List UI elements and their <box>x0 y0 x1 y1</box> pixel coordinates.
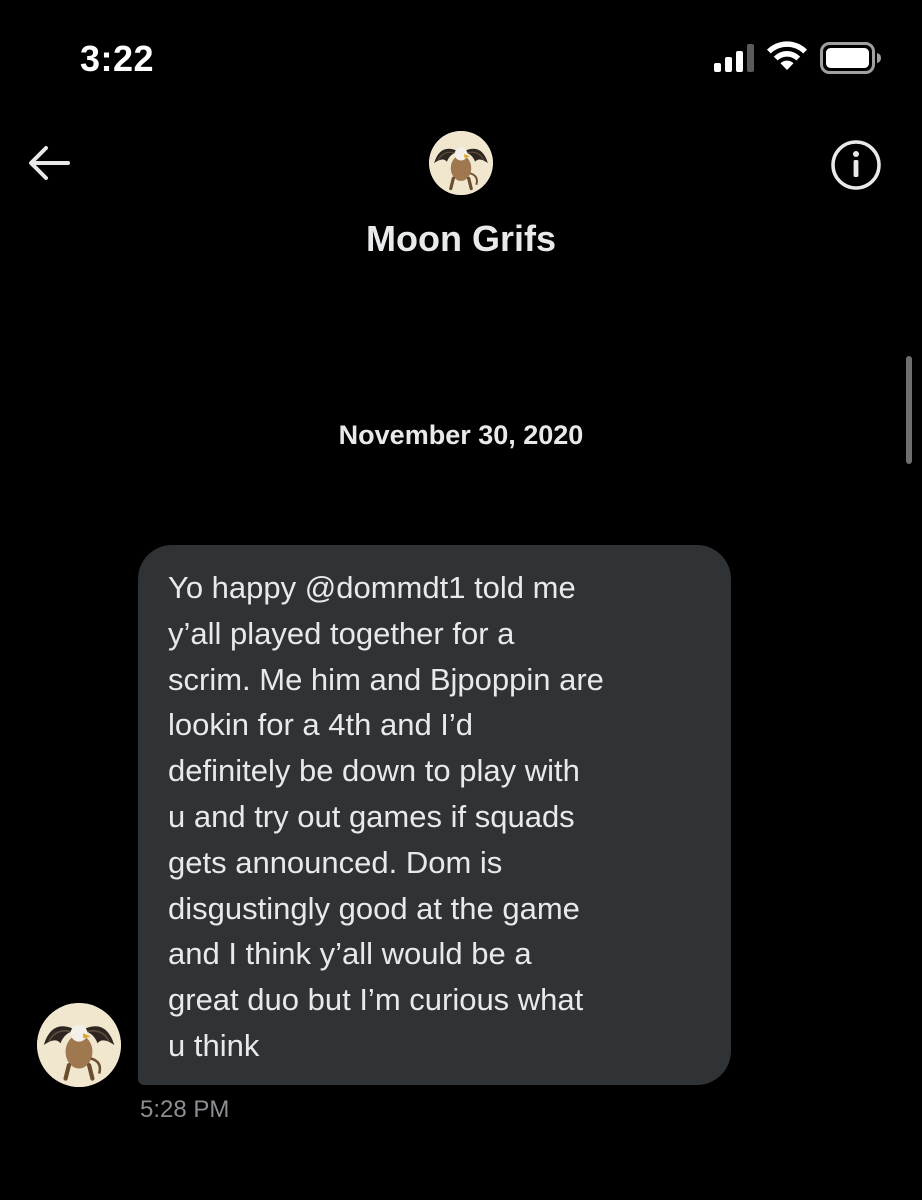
griffin-avatar[interactable] <box>429 131 493 195</box>
date-separator: November 30, 2020 <box>338 420 584 450</box>
sender-avatar[interactable] <box>37 1003 121 1087</box>
conversation-title: Moon Grifs <box>366 218 556 259</box>
back-arrow-icon <box>29 146 70 180</box>
status-time: 3:22 <box>80 38 155 79</box>
message-line: scrim. Me him and Bjpoppin are <box>168 661 604 697</box>
message-bubble[interactable]: Yo happy @dommdt1 told me y’all played t… <box>138 545 731 1085</box>
info-button[interactable] <box>828 138 884 192</box>
message-line: y’all played together for a <box>168 615 515 651</box>
griffin-icon <box>37 1003 121 1087</box>
message-line: u think <box>168 1027 260 1063</box>
wifi-icon <box>767 41 807 70</box>
message-line: lookin for a 4th and I’d <box>168 707 474 743</box>
message-line: definitely be down to play with <box>168 753 580 789</box>
signal-icon <box>714 44 754 72</box>
message-timestamp: 5:28 PM <box>140 1096 230 1123</box>
message-line: disgustingly good at the game <box>168 890 580 926</box>
griffin-icon <box>429 131 493 195</box>
message-line: great duo but I’m curious what <box>168 982 584 1018</box>
battery-icon <box>820 42 881 74</box>
message-line: Yo happy @dommdt1 told me <box>168 570 576 605</box>
message-line: and I think y’all would be a <box>168 936 532 972</box>
message-line: gets announced. Dom is <box>168 844 503 880</box>
back-button[interactable] <box>22 138 76 188</box>
status-bar: 3:22 <box>0 0 922 120</box>
message-text: Yo happy @dommdt1 told me y’all played t… <box>168 565 708 1069</box>
info-icon <box>831 140 881 190</box>
message-line: u and try out games if squads <box>168 798 575 834</box>
